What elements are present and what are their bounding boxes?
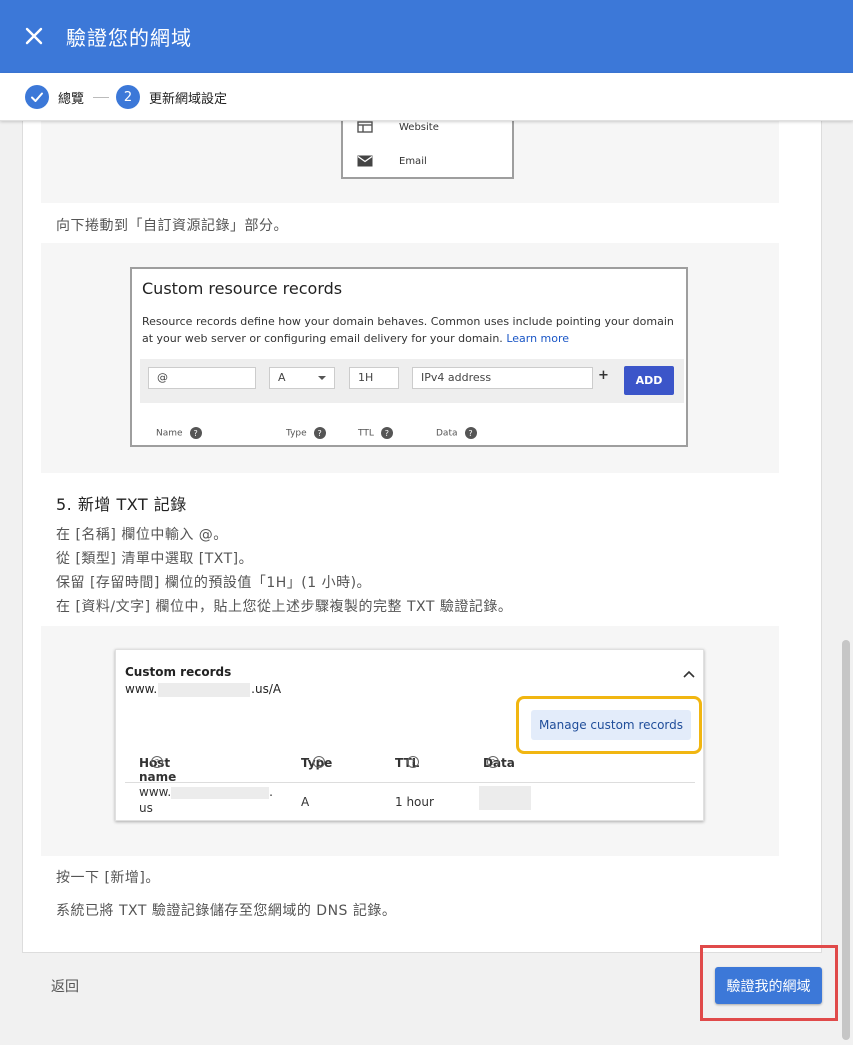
verify-domain-button[interactable]: 驗證我的網域 — [715, 967, 822, 1004]
step-5-line: 在 [名稱] 欄位中輸入 @。 — [56, 527, 228, 543]
top-bar: 驗證您的網域 — [0, 0, 853, 73]
help-icon: ? — [313, 427, 326, 439]
dropdown-arrow-icon — [318, 376, 326, 380]
step-5-line: 在 [資料/文字] 欄位中，貼上您從上述步驟複製的完整 TXT 驗證記錄。 — [56, 599, 513, 615]
host-name-cell: www.. us — [139, 785, 273, 815]
instruction-text: 向下捲動到「自訂資源記錄」部分。 — [56, 218, 288, 234]
custom-records-image: Custom records www. .us/A Manage custom r… — [115, 649, 704, 821]
redacted-data — [479, 786, 531, 810]
help-icon: ? — [464, 427, 477, 439]
resource-records-description: Resource records define how your domain … — [142, 315, 674, 345]
website-icon — [357, 121, 373, 133]
redacted-domain — [158, 682, 251, 697]
step-5-line: 從 [類型] 清單中選取 [TXT]。 — [56, 551, 254, 567]
resource-records-title: Custom resource records — [142, 279, 343, 298]
step-update-settings[interactable]: 2 更新網域設定 — [116, 85, 227, 109]
stepper: 總覽 2 更新網域設定 — [0, 73, 853, 121]
email-icon — [357, 155, 373, 167]
step-overview[interactable]: 總覽 — [25, 85, 84, 109]
menu-item-website: Website — [357, 121, 439, 133]
instruction-text: 系統已將 TXT 驗證記錄儲存至您網域的 DNS 記錄。 — [56, 903, 397, 919]
dns-menu-image: Website Email — [341, 121, 514, 179]
type-select: A — [269, 367, 335, 389]
custom-resource-records-image: Custom resource records Resource records… — [130, 267, 688, 447]
help-icon: ? — [487, 756, 499, 768]
learn-more-link: Learn more — [506, 332, 570, 345]
screenshot-panel-menu: Website Email — [41, 121, 779, 203]
close-button[interactable] — [20, 22, 48, 50]
scrollbar-thumb[interactable] — [842, 640, 850, 1040]
step-5-title: 5. 新增 TXT 記錄 — [56, 495, 187, 514]
redacted-host — [171, 786, 270, 799]
ttl-field: 1H — [349, 367, 399, 389]
step-label: 總覽 — [58, 91, 85, 107]
step-number-badge: 2 — [116, 85, 140, 109]
help-icon: ? — [313, 756, 325, 768]
help-icon: ? — [189, 427, 202, 439]
help-icon: ? — [151, 756, 163, 768]
custom-records-domain: www. .us/A — [125, 682, 282, 697]
content-scroll-area[interactable]: Website Email 向下捲動到「自訂資源記錄」部分。 Custom re… — [22, 121, 822, 953]
ttl-cell: 1 hour — [395, 795, 434, 809]
record-form: @ A 1H IPv4 address + ADD — [140, 359, 684, 403]
step-5-line: 保留 [存留時間] 欄位的預設值「1H」(1 小時)。 — [56, 575, 372, 591]
custom-records-title: Custom records — [125, 665, 232, 679]
help-icon: ? — [380, 427, 393, 439]
type-cell: A — [301, 795, 310, 809]
help-icon: ? — [407, 756, 419, 768]
screenshot-panel-resource-records: Custom resource records Resource records… — [41, 243, 779, 473]
menu-item-email: Email — [357, 155, 427, 167]
step-label: 更新網域設定 — [149, 91, 228, 107]
name-field: @ — [148, 367, 256, 389]
instruction-text: 按一下 [新增]。 — [56, 870, 160, 886]
table-divider — [125, 782, 695, 783]
step-complete-badge — [25, 85, 49, 109]
back-button[interactable]: 返回 — [51, 976, 79, 996]
chevron-up-icon — [683, 670, 695, 678]
check-icon — [31, 92, 43, 102]
manage-custom-records-button-image: Manage custom records — [531, 710, 691, 740]
data-field: IPv4 address — [412, 367, 593, 389]
page-title: 驗證您的網域 — [66, 26, 192, 50]
add-button-image: ADD — [624, 366, 674, 395]
close-icon — [25, 27, 43, 45]
plus-icon: + — [598, 368, 609, 383]
step-connector — [93, 97, 109, 98]
